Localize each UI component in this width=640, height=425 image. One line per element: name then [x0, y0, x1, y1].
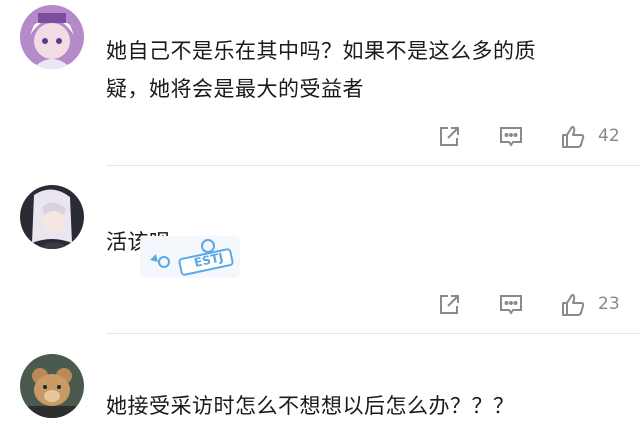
user-avatar[interactable]: [20, 354, 84, 418]
comment-text: 她接受采访时怎么不想想以后怎么办？？？: [106, 387, 626, 425]
comment-item: 她接受采访时怎么不想想以后怎么办？？？: [0, 0, 640, 424]
comment-text-line: 她接受采访时怎么不想想以后怎么办？？？: [106, 394, 515, 418]
